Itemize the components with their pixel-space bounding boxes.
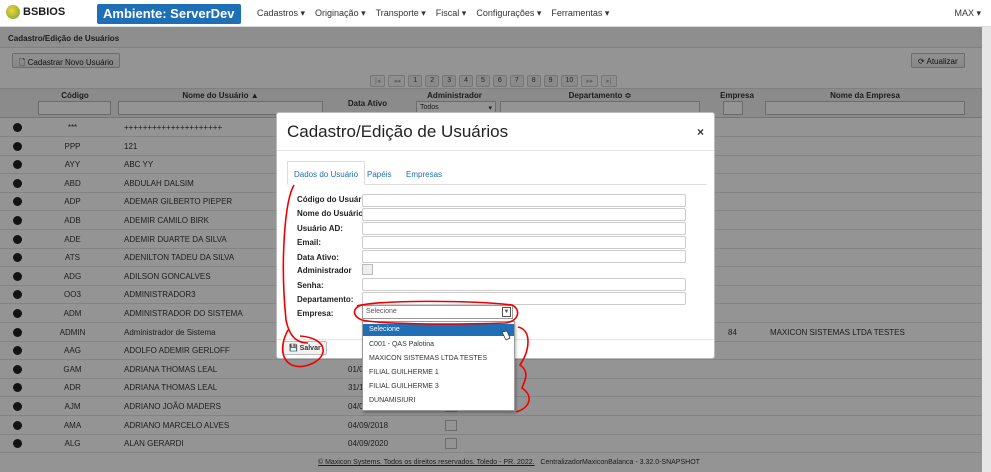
modal-tabs: Dados do Usuário Papéis Empresas: [287, 161, 707, 185]
logo-icon: [6, 5, 20, 19]
email-field[interactable]: [362, 236, 686, 249]
menu-transporte[interactable]: Transporte ▾: [376, 8, 426, 19]
logo-text: BSBIOS: [23, 6, 66, 18]
page-scrollbar[interactable]: [982, 27, 991, 472]
close-icon[interactable]: ×: [697, 125, 704, 139]
label-administrador: Administrador: [297, 266, 352, 275]
administrador-checkbox[interactable]: [362, 264, 373, 275]
menu-cadastros[interactable]: Cadastros ▾: [257, 8, 305, 19]
usuario-ad-field[interactable]: [362, 222, 686, 235]
option-filial-guilherme-1[interactable]: FILIAL GUILHERME 1: [363, 367, 514, 379]
label-data-ativo: Data Ativo:: [297, 253, 339, 262]
chevron-down-icon[interactable]: ▼: [502, 307, 511, 317]
label-codigo: Código do Usuário:: [297, 195, 372, 204]
label-usuario-ad: Usuário AD:: [297, 224, 343, 233]
data-ativo-field[interactable]: [362, 250, 686, 263]
option-c001[interactable]: C001 - QAS Palotina: [363, 339, 514, 351]
label-senha: Senha:: [297, 281, 324, 290]
main-menu: Cadastros ▾ Originação ▾ Transporte ▾ Fi…: [257, 8, 609, 19]
brand-logo[interactable]: BSBIOS: [6, 5, 65, 19]
tab-dados-usuario[interactable]: Dados do Usuário: [287, 161, 366, 185]
option-selecione[interactable]: Selecione: [363, 324, 514, 336]
empresa-dropdown-list: Selecione C001 - QAS Palotina MAXICON SI…: [362, 321, 515, 411]
label-departamento: Departamento:: [297, 295, 354, 304]
user-menu[interactable]: MAX ▾: [954, 8, 981, 19]
label-email: Email:: [297, 238, 322, 247]
save-button[interactable]: 💾 Salvar: [283, 341, 327, 355]
empresa-select-value: Selecione: [366, 308, 397, 315]
label-nome: Nome do Usuário:: [297, 209, 366, 218]
codigo-field[interactable]: [362, 194, 686, 207]
tab-papeis[interactable]: Papéis: [360, 161, 398, 185]
menu-ferramentas[interactable]: Ferramentas ▾: [551, 8, 609, 19]
empresa-select[interactable]: Selecione ▼: [362, 305, 513, 319]
modal-divider: [277, 150, 714, 151]
save-icon: 💾: [289, 345, 300, 352]
menu-fiscal[interactable]: Fiscal ▾: [436, 8, 467, 19]
top-navbar: BSBIOS Ambiente: ServerDev Cadastros ▾ O…: [0, 0, 991, 27]
option-maxicon[interactable]: MAXICON SISTEMAS LTDA TESTES: [363, 353, 514, 365]
tab-empresas[interactable]: Empresas: [399, 161, 449, 185]
environment-badge: Ambiente: ServerDev: [97, 4, 241, 24]
modal-title: Cadastro/Edição de Usuários: [287, 122, 509, 141]
option-filial-guilherme-3[interactable]: FILIAL GUILHERME 3: [363, 381, 514, 393]
label-empresa: Empresa:: [297, 309, 334, 318]
save-label: Salvar: [299, 345, 321, 352]
menu-originacao[interactable]: Originação ▾: [315, 8, 366, 19]
senha-field[interactable]: [362, 278, 686, 291]
nome-field[interactable]: [362, 208, 686, 221]
departamento-field[interactable]: [362, 292, 686, 305]
menu-configuracoes[interactable]: Configurações ▾: [476, 8, 541, 19]
option-dunamisiuri[interactable]: DUNAMISIURI: [363, 395, 514, 407]
